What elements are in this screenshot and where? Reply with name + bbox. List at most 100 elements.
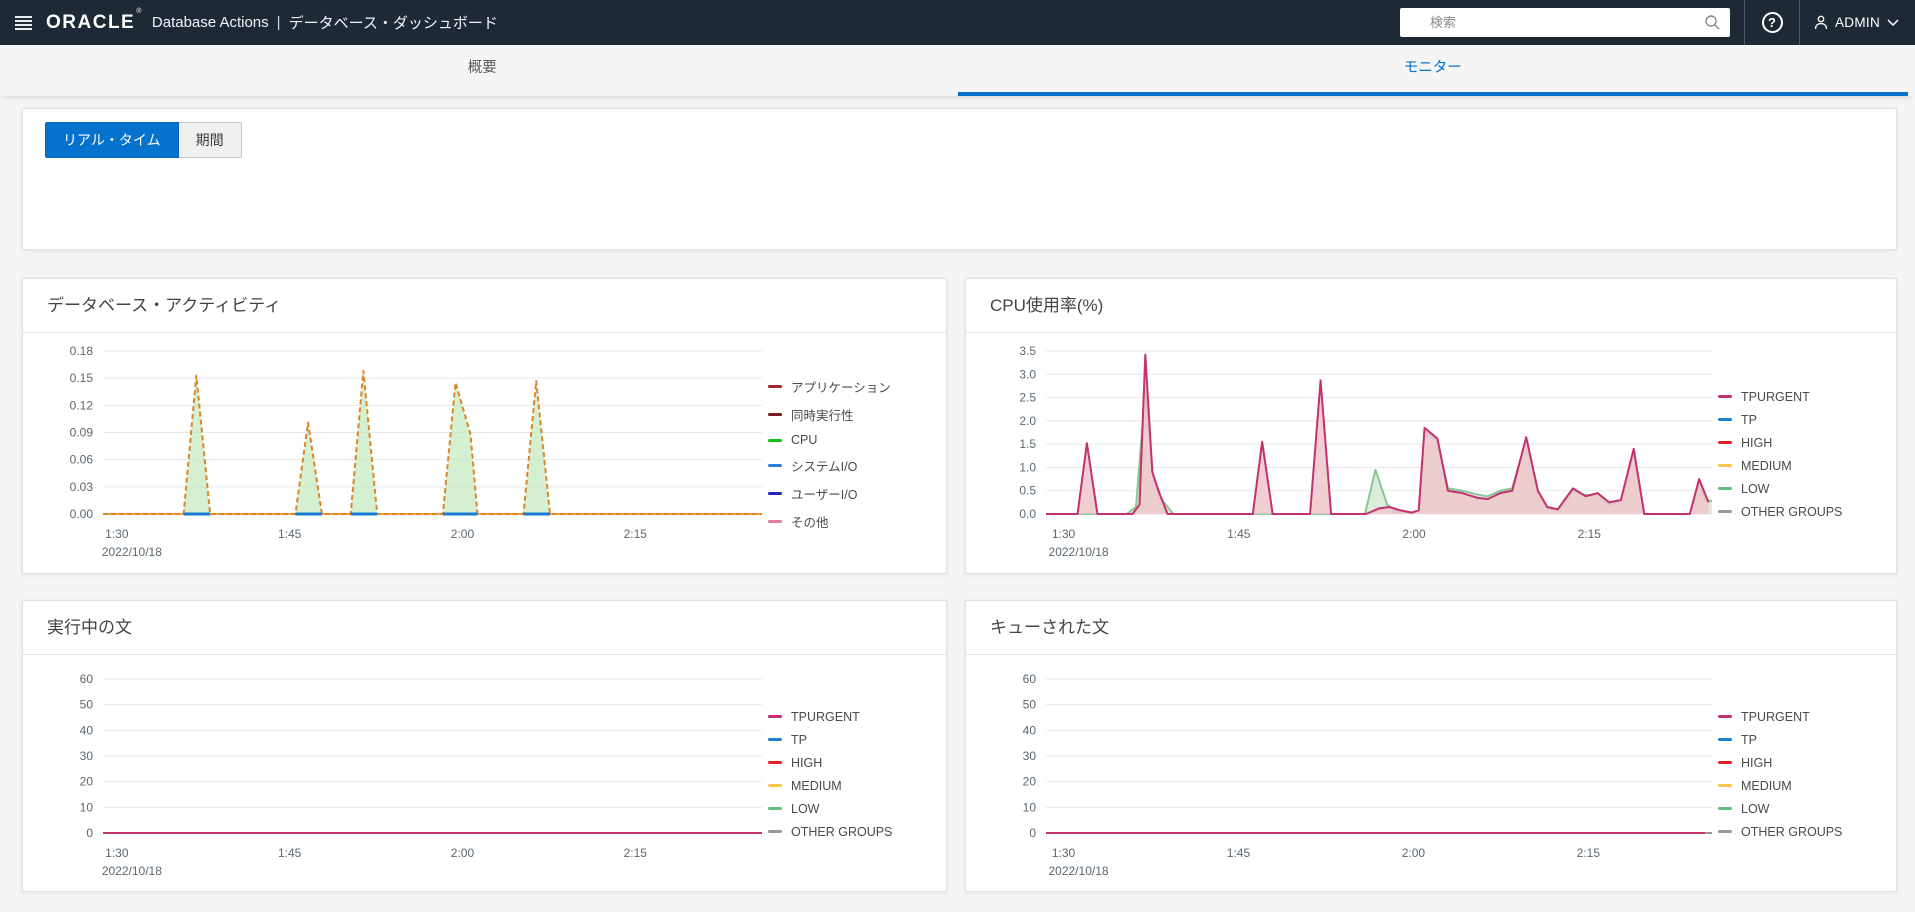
legend-swatch xyxy=(768,784,782,787)
svg-text:10: 10 xyxy=(80,800,94,814)
svg-text:50: 50 xyxy=(80,698,94,712)
tab-overview[interactable]: 概要 xyxy=(7,45,958,96)
svg-text:2022/10/18: 2022/10/18 xyxy=(102,864,162,878)
realtime-button[interactable]: リアル・タイム xyxy=(45,122,179,158)
legend-item: MEDIUM xyxy=(1718,779,1890,793)
search-box xyxy=(1400,8,1730,37)
chart-legend: アプリケーション 同時実行性 CPU システムI/O ユーザーI/O その他 xyxy=(768,333,946,575)
user-icon xyxy=(1814,15,1828,30)
svg-text:2022/10/18: 2022/10/18 xyxy=(1048,864,1108,878)
registered-mark: ® xyxy=(136,8,143,16)
svg-text:40: 40 xyxy=(80,723,94,737)
legend-label: CPU xyxy=(791,433,818,447)
svg-text:2.0: 2.0 xyxy=(1019,414,1036,428)
oracle-logo: ORACLE® xyxy=(46,8,143,33)
svg-text:0.06: 0.06 xyxy=(70,453,94,467)
product-name: Database Actions xyxy=(151,14,269,31)
svg-text:3.0: 3.0 xyxy=(1019,367,1036,381)
legend-item: TPURGENT xyxy=(1718,710,1890,724)
app-header: ORACLE® Database Actions | データベース・ダッシュボー… xyxy=(0,0,1915,45)
svg-text:0.09: 0.09 xyxy=(70,426,94,440)
legend-item: TPURGENT xyxy=(768,710,940,724)
legend-label: OTHER GROUPS xyxy=(1741,504,1843,519)
svg-text:2:00: 2:00 xyxy=(451,527,475,541)
svg-text:1:30: 1:30 xyxy=(105,846,129,860)
help-icon: ? xyxy=(1761,12,1783,33)
legend-label: HIGH xyxy=(1741,755,1773,770)
legend-swatch xyxy=(1718,830,1732,833)
legend-label: MEDIUM xyxy=(1741,778,1792,793)
legend-item: 同時実行性 xyxy=(768,405,940,424)
legend-swatch xyxy=(768,715,782,718)
queued-statements-card: キューされた文 60 50 40 30 20 10 0 1:30 2022/10/18 1:45 2… xyxy=(965,600,1897,892)
chevron-down-icon xyxy=(1887,19,1899,26)
svg-text:0: 0 xyxy=(1029,826,1036,840)
svg-text:0.12: 0.12 xyxy=(70,398,94,412)
legend-swatch xyxy=(768,520,782,523)
svg-text:1:30: 1:30 xyxy=(1052,527,1076,541)
legend-item: TPURGENT xyxy=(1718,390,1890,404)
legend-label: TPURGENT xyxy=(791,709,860,724)
svg-text:60: 60 xyxy=(1023,672,1037,686)
legend-swatch xyxy=(768,807,782,810)
legend-label: HIGH xyxy=(791,755,823,770)
legend-label: TP xyxy=(1741,412,1757,427)
hamburger-bars xyxy=(14,15,32,30)
svg-text:2:15: 2:15 xyxy=(624,527,648,541)
svg-text:2:00: 2:00 xyxy=(1402,846,1426,860)
svg-text:2:00: 2:00 xyxy=(451,846,475,860)
legend-label: MEDIUM xyxy=(791,778,842,793)
legend-label: LOW xyxy=(1741,481,1770,496)
time-mode-toggle: リアル・タイム 期間 xyxy=(45,122,1896,158)
time-mode-panel: リアル・タイム 期間 xyxy=(22,108,1897,250)
cpu-utilization-card: CPU使用率(%) 3.5 3.0 2.5 2.0 1.5 1.0 0.5 0.0 1:30 20… xyxy=(965,278,1897,574)
legend-item: LOW xyxy=(768,802,940,816)
tab-monitor[interactable]: モニター xyxy=(957,45,1908,96)
svg-text:1:45: 1:45 xyxy=(278,527,302,541)
legend-swatch xyxy=(768,761,782,764)
chart-legend: TPURGENT TP HIGH MEDIUM LOW OTHER GROUPS xyxy=(1718,655,1896,893)
svg-text:0.0: 0.0 xyxy=(1019,507,1036,521)
svg-text:2:00: 2:00 xyxy=(1402,527,1426,541)
legend-swatch xyxy=(1718,395,1732,398)
legend-item: TP xyxy=(1718,413,1890,427)
svg-text:1:30: 1:30 xyxy=(105,527,129,541)
legend-label: システムI/O xyxy=(791,460,858,474)
svg-text:30: 30 xyxy=(1023,749,1037,763)
legend-label: MEDIUM xyxy=(1741,458,1792,473)
period-button[interactable]: 期間 xyxy=(178,122,242,158)
legend-swatch xyxy=(768,413,782,416)
legend-label: その他 xyxy=(791,516,829,530)
search-input[interactable] xyxy=(1400,8,1730,37)
user-menu-button[interactable]: ADMIN xyxy=(1800,0,1915,45)
hamburger-menu-icon[interactable] xyxy=(0,0,46,45)
legend-item: OTHER GROUPS xyxy=(1718,825,1890,839)
svg-text:2022/10/18: 2022/10/18 xyxy=(102,545,162,559)
svg-text:2.5: 2.5 xyxy=(1019,391,1036,405)
running-statements-chart: 60 50 40 30 20 10 0 1:30 2022/10/18 1:45 2:00 2:15 xyxy=(80,672,762,878)
svg-text:60: 60 xyxy=(80,672,94,686)
legend-item: TP xyxy=(1718,733,1890,747)
legend-swatch xyxy=(1718,807,1732,810)
legend-label: TP xyxy=(791,732,807,747)
legend-item: LOW xyxy=(1718,482,1890,496)
legend-item: CPU xyxy=(768,433,940,447)
legend-label: TPURGENT xyxy=(1741,389,1810,404)
legend-item: OTHER GROUPS xyxy=(1718,505,1890,519)
svg-text:20: 20 xyxy=(1023,775,1037,789)
legend-label: TPURGENT xyxy=(1741,709,1810,724)
legend-label: OTHER GROUPS xyxy=(1741,824,1843,839)
help-button[interactable]: ? xyxy=(1745,0,1799,45)
svg-text:0.00: 0.00 xyxy=(70,507,94,521)
svg-text:1.5: 1.5 xyxy=(1019,437,1036,451)
legend-label: 同時実行性 xyxy=(791,409,854,423)
legend-swatch xyxy=(1718,441,1732,444)
database-activity-card: データベース・アクティビティ 0.18 0.15 0.12 0.09 0.06 0.03 0… xyxy=(22,278,947,574)
running-statements-card: 実行中の文 60 50 40 30 20 10 0 1:30 2022/10/18 1:45 2:0… xyxy=(22,600,947,892)
legend-item: TP xyxy=(768,733,940,747)
legend-swatch xyxy=(768,830,782,833)
svg-text:40: 40 xyxy=(1023,723,1037,737)
legend-swatch xyxy=(768,492,782,495)
legend-swatch xyxy=(1718,715,1732,718)
svg-text:0.15: 0.15 xyxy=(70,371,94,385)
